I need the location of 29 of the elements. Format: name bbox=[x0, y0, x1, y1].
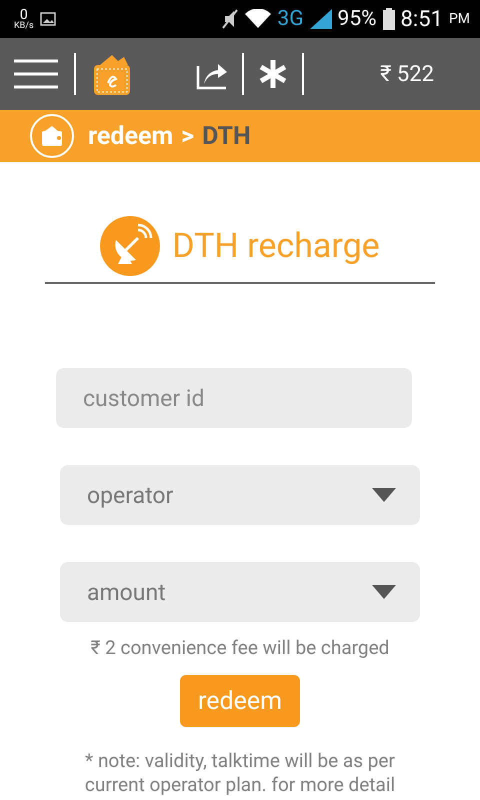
speed-unit: KB/s bbox=[14, 22, 34, 30]
breadcrumb-current: DTH bbox=[202, 122, 251, 150]
image-icon bbox=[40, 12, 56, 26]
wallet-icon bbox=[30, 114, 74, 158]
plan-note: * note: validity, talktime will be as per current operator plan. for more detail bbox=[84, 749, 396, 797]
breadcrumb-separator: > bbox=[181, 122, 194, 150]
asterisk-icon[interactable] bbox=[258, 59, 288, 89]
caret-icon bbox=[372, 585, 396, 599]
battery-level: 95% bbox=[338, 7, 377, 31]
breadcrumb-parent[interactable]: redeem bbox=[88, 122, 174, 150]
battery-icon bbox=[382, 8, 395, 30]
time-suffix: PM bbox=[448, 11, 470, 27]
clock: 8:51 bbox=[400, 6, 443, 32]
menu-icon[interactable] bbox=[14, 58, 58, 90]
satellite-dish-icon bbox=[100, 216, 160, 276]
customer-id-field[interactable]: customer id bbox=[56, 368, 412, 428]
dropdown-field[interactable]: amount bbox=[60, 562, 420, 622]
caret-icon bbox=[372, 488, 396, 502]
wifi-icon bbox=[245, 9, 272, 29]
wallet-icon[interactable] bbox=[92, 53, 132, 95]
signal-icon bbox=[310, 9, 332, 29]
speed-value: 0 bbox=[20, 8, 28, 22]
fee-note: ₹ 2 convenience fee will be charged bbox=[90, 636, 390, 659]
network-type: 3G bbox=[277, 7, 304, 31]
balance: ₹ 522 bbox=[380, 62, 434, 86]
mute-icon bbox=[221, 8, 240, 30]
dropdown-field[interactable]: operator bbox=[60, 465, 420, 525]
redeem-button[interactable]: redeem bbox=[180, 675, 300, 727]
page-title: DTH recharge bbox=[172, 226, 380, 266]
